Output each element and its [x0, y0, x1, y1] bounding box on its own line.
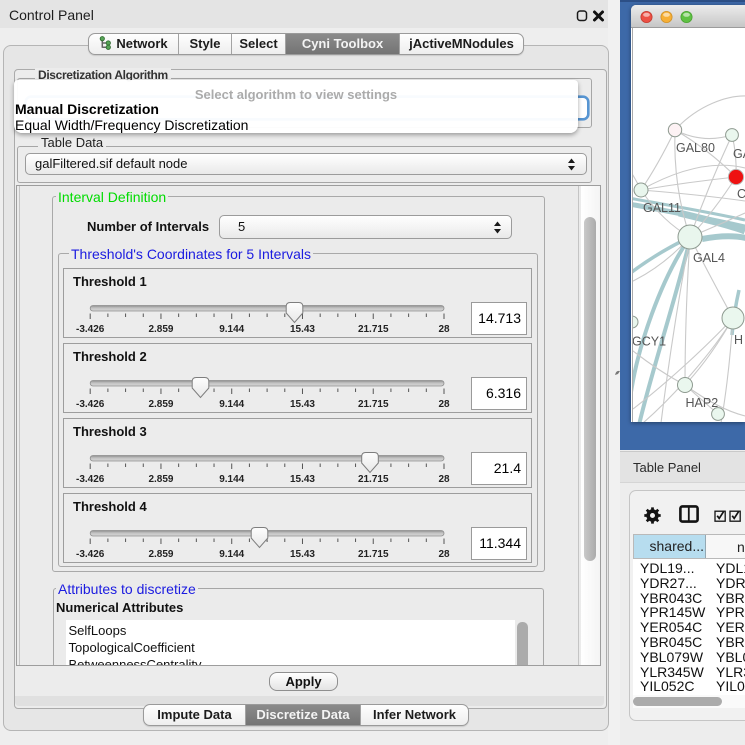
svg-text:28: 28	[438, 399, 450, 410]
svg-text:2.859: 2.859	[148, 399, 173, 410]
svg-text:2.859: 2.859	[148, 474, 173, 485]
svg-text:C: C	[737, 187, 745, 201]
svg-text:GAL11: GAL11	[643, 201, 681, 215]
svg-text:HAP2: HAP2	[686, 396, 719, 410]
svg-text:-3.426: -3.426	[76, 324, 105, 335]
svg-text:21.715: 21.715	[358, 549, 389, 560]
svg-text:28: 28	[438, 324, 450, 335]
svg-text:21.715: 21.715	[358, 399, 389, 410]
svg-text:GCY1: GCY1	[633, 335, 666, 349]
svg-text:21.715: 21.715	[358, 474, 389, 485]
svg-text:-3.426: -3.426	[76, 549, 105, 560]
svg-text:H: H	[734, 333, 743, 347]
svg-text:28: 28	[438, 474, 450, 485]
svg-text:2.859: 2.859	[148, 324, 173, 335]
svg-text:GAL80: GAL80	[676, 141, 715, 155]
svg-text:GA: GA	[733, 147, 745, 161]
svg-text:9.144: 9.144	[219, 324, 244, 335]
svg-text:9.144: 9.144	[219, 549, 244, 560]
svg-text:-3.426: -3.426	[76, 399, 105, 410]
svg-text:15.43: 15.43	[290, 399, 315, 410]
svg-text:15.43: 15.43	[290, 324, 315, 335]
svg-text:9.144: 9.144	[219, 474, 244, 485]
svg-text:9.144: 9.144	[219, 399, 244, 410]
svg-text:-3.426: -3.426	[76, 474, 105, 485]
svg-text:15.43: 15.43	[290, 474, 315, 485]
svg-text:28: 28	[438, 549, 450, 560]
svg-text:21.715: 21.715	[358, 324, 389, 335]
svg-text:GAL4: GAL4	[693, 251, 725, 265]
svg-text:15.43: 15.43	[290, 549, 315, 560]
svg-text:2.859: 2.859	[148, 549, 173, 560]
